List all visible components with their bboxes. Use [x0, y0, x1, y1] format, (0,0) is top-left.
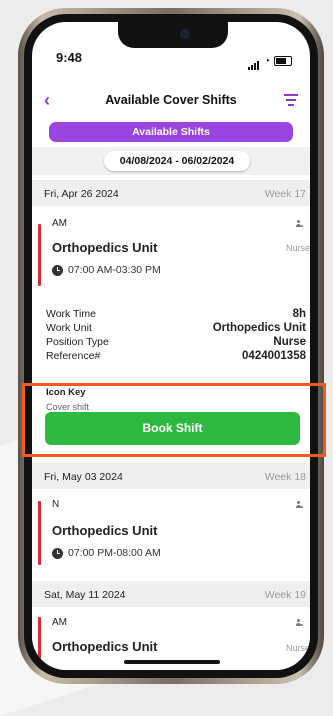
shift-unit: Orthopedics Unit	[52, 523, 158, 538]
shift-time-row: 07:00 AM-03:30 PM	[52, 264, 161, 276]
cover-shift-icon	[294, 501, 304, 509]
detail-value: 0424001358	[242, 350, 306, 362]
day-week: Week 17	[264, 188, 306, 200]
date-range-bar: 04/08/2024 - 06/02/2024	[32, 147, 310, 175]
day-header: Fri, May 03 2024 Week 18	[32, 463, 310, 489]
wifi-icon: ◔	[263, 55, 270, 67]
detail-label: Work Unit	[46, 322, 92, 334]
status-icons: ◔	[247, 52, 292, 70]
detail-value: 8h	[292, 308, 306, 320]
clock-icon	[52, 264, 63, 276]
shift-status-bar	[38, 501, 41, 565]
day-week: Week 19	[264, 589, 306, 601]
day-week: Week 18	[264, 471, 306, 483]
phone-frame: 9:48 ◔ ‹ Available Cover Shifts Availabl…	[18, 8, 324, 684]
shift-unit: Orthopedics Unit	[52, 639, 158, 654]
day-header: Fri, Apr 26 2024 Week 17	[32, 180, 310, 206]
cover-shift-icon	[294, 619, 304, 627]
shift-code: N	[52, 499, 60, 510]
day-date: Fri, Apr 26 2024	[44, 188, 119, 200]
shift-code: AM	[52, 218, 67, 229]
detail-value: Orthopedics Unit	[212, 322, 306, 334]
shift-unit: Orthopedics Unit	[52, 240, 158, 255]
shift-role: Nurse	[285, 643, 310, 653]
notch	[118, 22, 228, 48]
filter-icon[interactable]	[284, 94, 298, 109]
shift-card[interactable]: N Orthopedics Unit 07:00 PM-08:00 AM	[32, 489, 310, 581]
camera-icon	[180, 29, 190, 39]
detail-label: Work Time	[46, 308, 96, 320]
available-shifts-tab[interactable]: Available Shifts	[49, 122, 293, 142]
shift-card[interactable]: AM Orthopedics Unit Nurse 07:00 AM-03:30…	[32, 206, 310, 302]
shift-time-row: 07:00 PM-08:00 AM	[52, 547, 161, 559]
shift-time: 07:00 AM-03:30 PM	[68, 264, 161, 276]
shift-status-bar	[38, 617, 41, 670]
detail-value: Nurse	[273, 336, 306, 348]
highlight-box	[22, 383, 326, 457]
page-title: Available Cover Shifts	[105, 93, 237, 107]
status-time: 9:48	[56, 50, 83, 65]
day-header: Sat, May 11 2024 Week 19	[32, 581, 310, 607]
shift-role: Nurse	[285, 243, 310, 253]
home-indicator	[124, 660, 220, 664]
app-header: ‹ Available Cover Shifts	[32, 90, 310, 112]
shift-code: AM	[52, 617, 67, 628]
shift-time: 07:00 PM-08:00 AM	[68, 547, 161, 559]
day-date: Fri, May 03 2024	[44, 471, 123, 483]
detail-label: Position Type	[46, 336, 109, 348]
app-screen: 9:48 ◔ ‹ Available Cover Shifts Availabl…	[32, 22, 310, 670]
detail-label: Reference#	[46, 350, 101, 362]
battery-icon	[274, 56, 292, 66]
day-date: Sat, May 11 2024	[44, 589, 126, 601]
shift-status-bar	[38, 224, 41, 286]
status-bar: 9:48 ◔	[32, 50, 310, 70]
date-range-selector[interactable]: 04/08/2024 - 06/02/2024	[104, 151, 250, 171]
clock-icon	[52, 547, 63, 559]
signal-icon	[247, 52, 260, 70]
cover-shift-icon	[294, 220, 304, 228]
